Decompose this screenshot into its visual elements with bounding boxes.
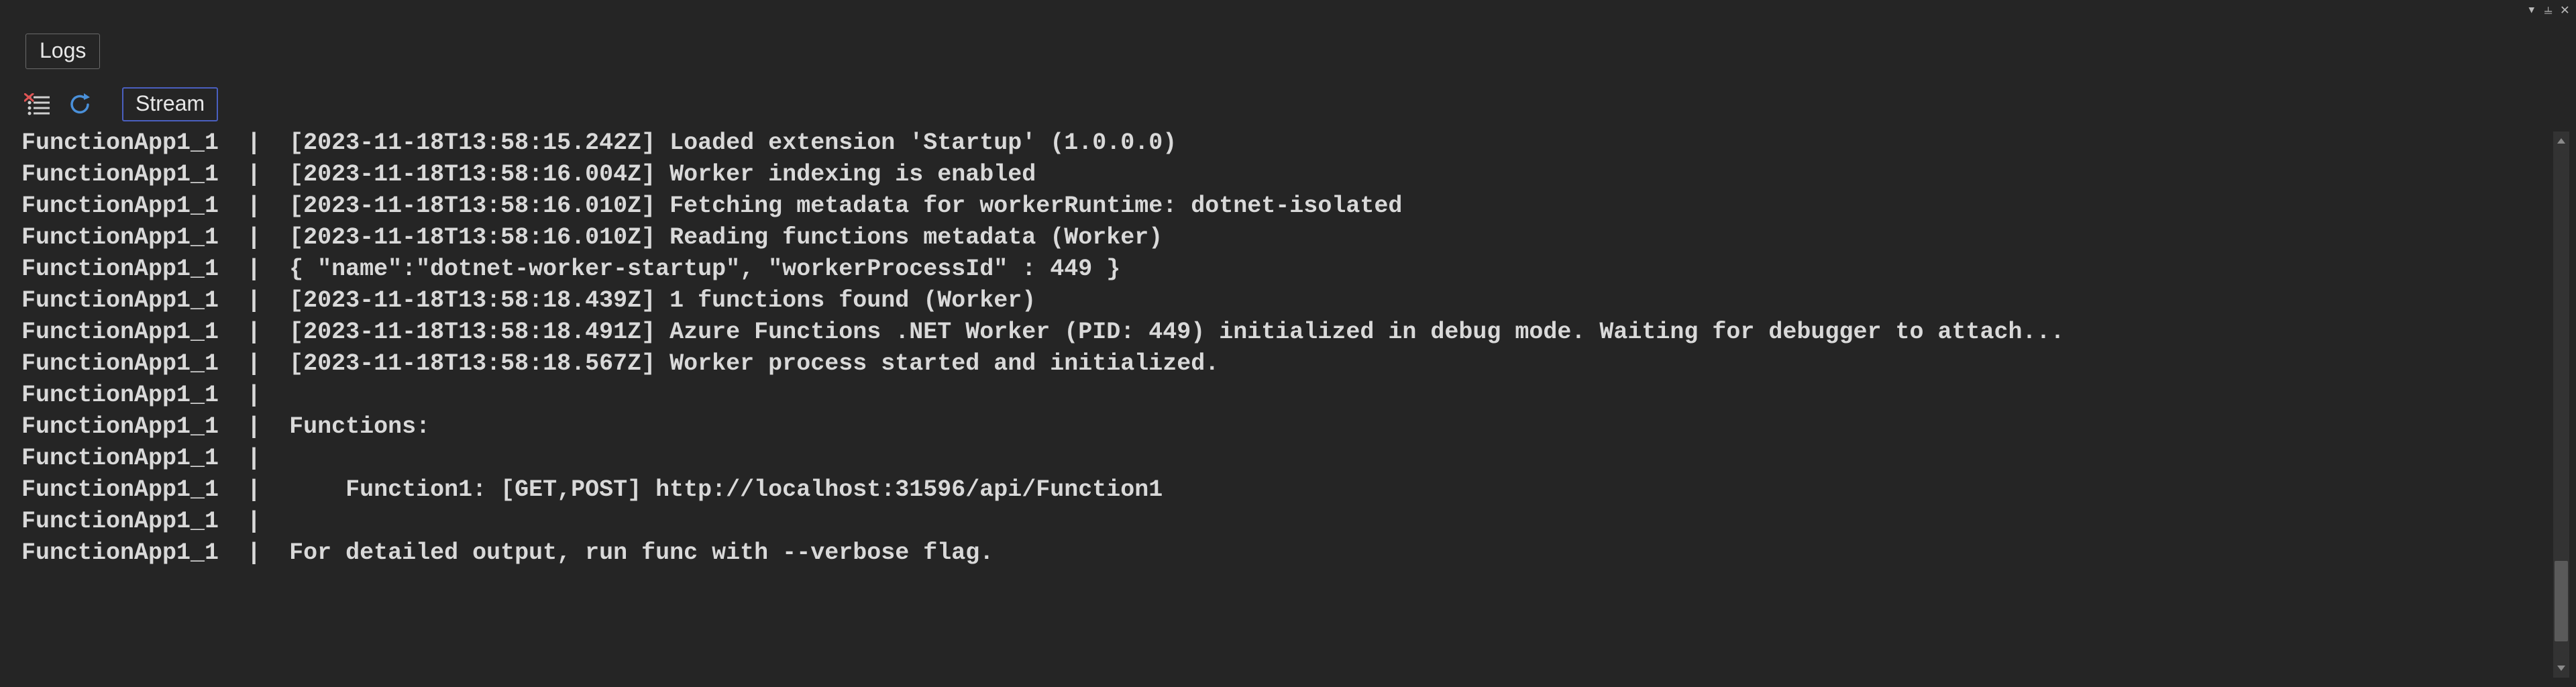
- refresh-icon[interactable]: [68, 93, 91, 116]
- logs-panel-root: { "window": { "dropdown_glyph": "▾", "pi…: [0, 0, 2576, 687]
- scroll-down-icon[interactable]: [2553, 659, 2569, 678]
- window-menu-icon[interactable]: ▾: [2527, 4, 2536, 16]
- log-line: FunctionApp1_1 | [2023-11-18T13:58:18.43…: [21, 285, 2549, 317]
- log-line: FunctionApp1_1 | [2023-11-18T13:58:16.01…: [21, 191, 2549, 222]
- log-line: FunctionApp1_1 | For detailed output, ru…: [21, 537, 2549, 569]
- stream-button[interactable]: Stream: [122, 87, 218, 121]
- log-line: FunctionApp1_1 | [2023-11-18T13:58:16.00…: [21, 159, 2549, 191]
- log-line: FunctionApp1_1 | { "name":"dotnet-worker…: [21, 254, 2549, 285]
- close-icon[interactable]: ✕: [2561, 4, 2569, 16]
- pin-icon[interactable]: ⫨: [2544, 4, 2552, 16]
- log-line: FunctionApp1_1 |: [21, 443, 2549, 474]
- log-line: FunctionApp1_1 | [2023-11-18T13:58:18.56…: [21, 348, 2549, 380]
- log-line: FunctionApp1_1 | [2023-11-18T13:58:15.24…: [21, 127, 2549, 159]
- vertical-scrollbar[interactable]: [2553, 131, 2569, 678]
- clear-with-errors-icon[interactable]: [24, 93, 51, 116]
- log-line: FunctionApp1_1 | [2023-11-18T13:58:18.49…: [21, 317, 2549, 348]
- log-line: FunctionApp1_1 | Function1: [GET,POST] h…: [21, 474, 2549, 506]
- log-output: FunctionApp1_1 | [2023-11-18T13:58:15.24…: [21, 127, 2549, 687]
- scroll-thumb[interactable]: [2555, 561, 2568, 641]
- logs-toolbar: Stream: [24, 87, 218, 121]
- scroll-up-icon[interactable]: [2553, 131, 2569, 150]
- log-line: FunctionApp1_1 | Functions:: [21, 411, 2549, 443]
- log-line: FunctionApp1_1 |: [21, 506, 2549, 537]
- window-controls: ▾ ⫨ ✕: [2527, 4, 2569, 16]
- log-line: FunctionApp1_1 |: [21, 380, 2549, 411]
- log-line: FunctionApp1_1 | [2023-11-18T13:58:16.01…: [21, 222, 2549, 254]
- tab-logs[interactable]: Logs: [25, 34, 100, 69]
